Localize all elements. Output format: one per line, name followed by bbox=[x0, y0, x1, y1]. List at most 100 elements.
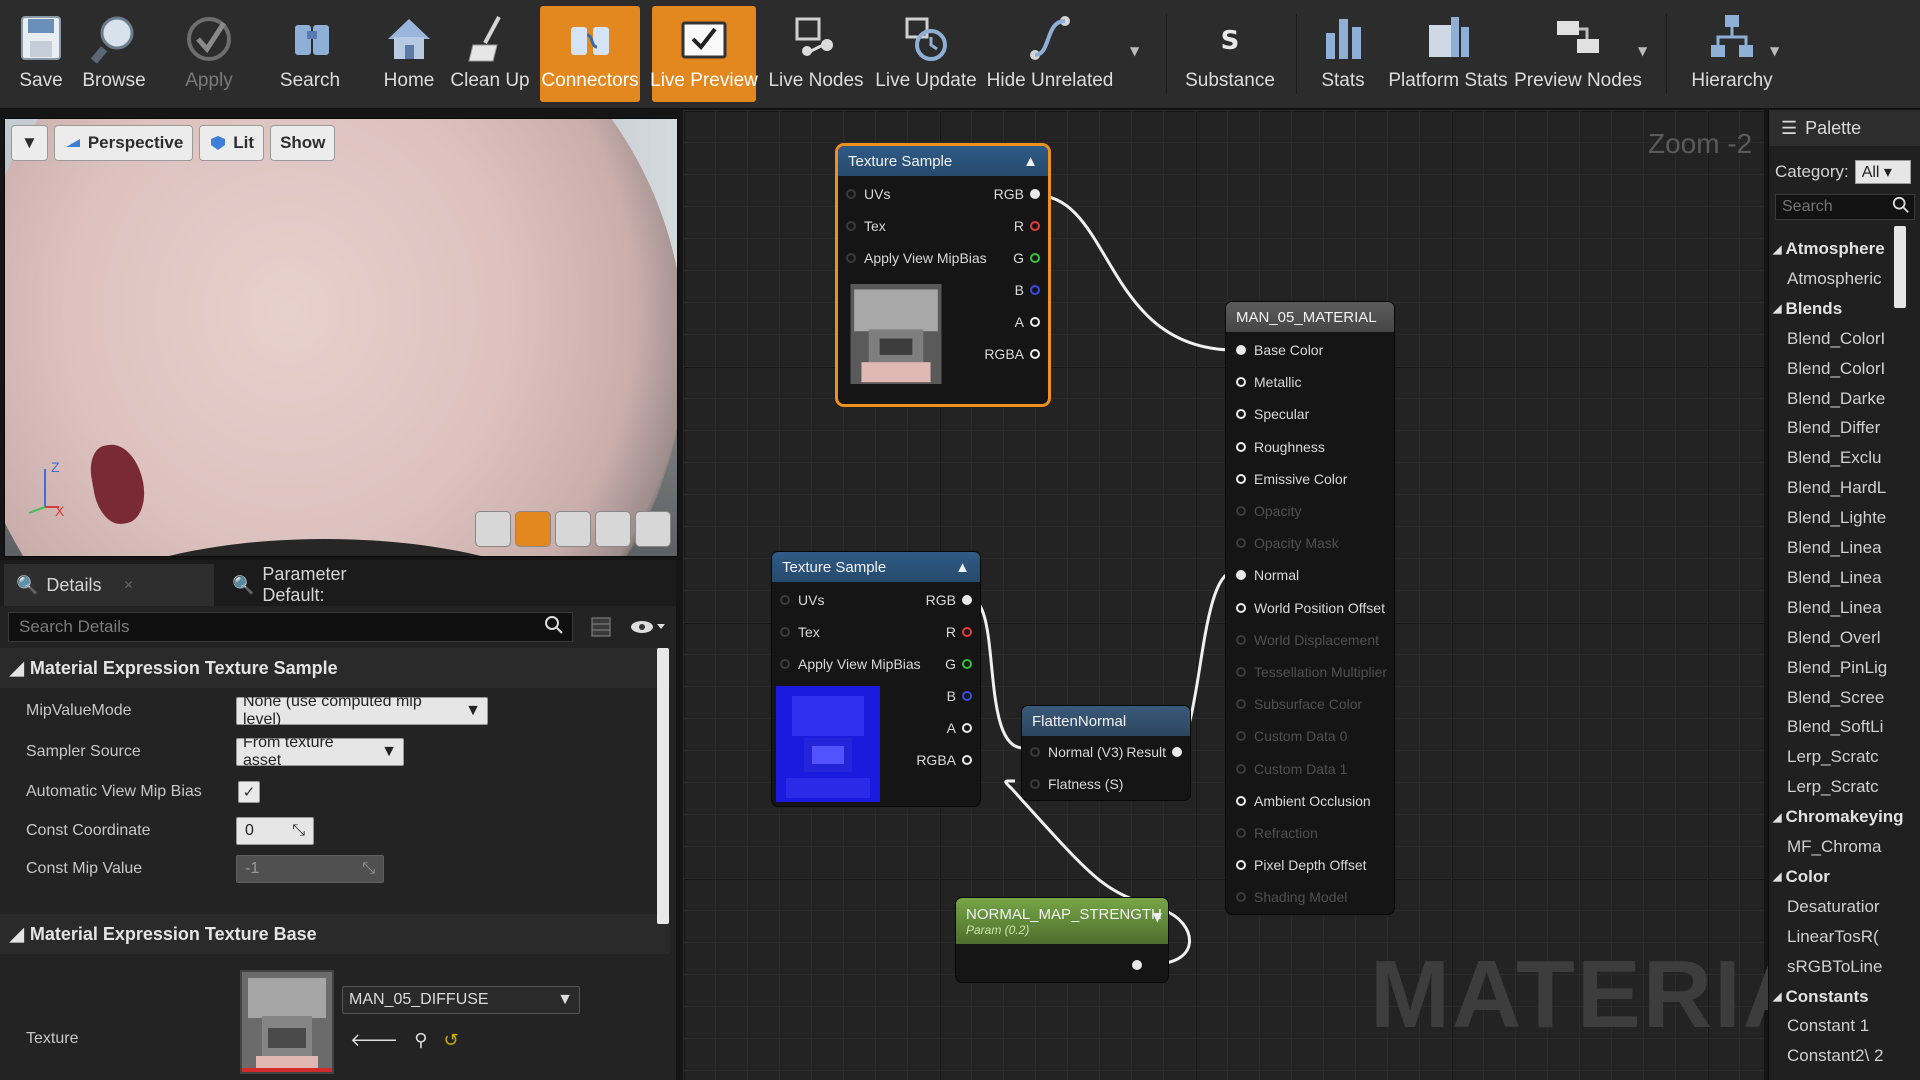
output-pin[interactable] bbox=[1132, 960, 1142, 970]
collapse-arrow-icon[interactable]: ▲ bbox=[1023, 153, 1038, 170]
home-button[interactable]: Home bbox=[376, 6, 442, 102]
section-texture-sample[interactable]: ◢ Material Expression Texture Sample bbox=[0, 648, 670, 688]
const-coordinate-input[interactable]: 0 ⤡ bbox=[236, 817, 314, 845]
material-input-pin[interactable]: Base Color bbox=[1236, 338, 1323, 362]
material-input-pin[interactable]: Normal bbox=[1236, 563, 1299, 587]
input-pin-flatness[interactable]: Flatness (S) bbox=[1030, 772, 1123, 796]
substance-button[interactable]: S Substance bbox=[1180, 6, 1280, 102]
material-input-pin[interactable]: Opacity Mask bbox=[1236, 531, 1339, 555]
connectors-button[interactable]: Connectors bbox=[540, 6, 640, 102]
automatic-view-mip-bias-checkbox[interactable]: ✓ bbox=[238, 781, 260, 803]
browse-button[interactable]: Browse bbox=[78, 6, 150, 102]
material-input-pin[interactable]: Subsurface Color bbox=[1236, 692, 1362, 716]
preview-viewport[interactable]: ▼ Perspective Lit Show Z X bbox=[4, 118, 678, 557]
output-pin-a[interactable]: A bbox=[1015, 310, 1040, 334]
material-input-pin[interactable]: Ambient Occlusion bbox=[1236, 789, 1371, 813]
palette-item[interactable]: MF_Chroma bbox=[1787, 832, 1881, 862]
reset-icon[interactable]: ↺ bbox=[443, 1030, 458, 1051]
material-input-pin[interactable]: Emissive Color bbox=[1236, 467, 1347, 491]
output-pin-result[interactable]: Result bbox=[1126, 740, 1182, 764]
tab-details[interactable]: 🔍 Details ✕ bbox=[4, 564, 214, 606]
input-pin-tex[interactable]: Tex bbox=[846, 214, 886, 238]
material-input-pin[interactable]: Opacity bbox=[1236, 499, 1301, 523]
live-preview-button[interactable]: Live Preview bbox=[650, 6, 758, 102]
show-button[interactable]: Show bbox=[270, 125, 336, 161]
material-input-pin[interactable]: Metallic bbox=[1236, 370, 1301, 394]
material-input-pin[interactable]: Shading Model bbox=[1236, 885, 1347, 909]
viewport-options-dropdown[interactable]: ▼ bbox=[11, 125, 48, 161]
cube-shape-button[interactable] bbox=[595, 511, 631, 547]
texture-sample-node[interactable]: Texture Sample ▲ UVs Tex Apply View MipB… bbox=[838, 146, 1048, 404]
input-pin-uvs[interactable]: UVs bbox=[780, 588, 824, 612]
palette-item[interactable]: Blend_Scree bbox=[1787, 683, 1884, 713]
material-input-pin[interactable]: Custom Data 1 bbox=[1236, 757, 1347, 781]
output-pin-rgba[interactable]: RGBA bbox=[916, 748, 972, 772]
palette-item[interactable]: Blend_Darke bbox=[1787, 384, 1885, 414]
palette-item[interactable]: Atmospheric bbox=[1787, 264, 1881, 294]
material-input-pin[interactable]: Custom Data 0 bbox=[1236, 724, 1347, 748]
palette-item[interactable]: Blend_SoftLi bbox=[1787, 712, 1883, 742]
output-pin-rgba[interactable]: RGBA bbox=[984, 342, 1040, 366]
live-nodes-button[interactable]: Live Nodes bbox=[768, 6, 864, 102]
collapse-arrow-icon[interactable]: ▼ bbox=[1153, 910, 1162, 924]
palette-group[interactable]: ◢ Blends bbox=[1773, 294, 1842, 324]
palette-item[interactable]: Blend_HardL bbox=[1787, 473, 1886, 503]
section-texture-base[interactable]: ◢ Material Expression Texture Base bbox=[0, 914, 670, 954]
hide-unrelated-dropdown-icon[interactable]: ▼ bbox=[1130, 44, 1144, 58]
output-pin-g[interactable]: G bbox=[945, 652, 972, 676]
material-result-node[interactable]: MAN_05_MATERIAL Base Color Metallic Specul… bbox=[1226, 302, 1394, 914]
palette-item[interactable]: Lerp_Scratc bbox=[1787, 772, 1879, 802]
preview-nodes-dropdown-icon[interactable]: ▼ bbox=[1638, 44, 1652, 58]
hierarchy-dropdown-icon[interactable]: ▼ bbox=[1770, 44, 1784, 58]
output-pin-r[interactable]: R bbox=[946, 620, 972, 644]
output-pin-b[interactable]: B bbox=[947, 684, 972, 708]
palette-item[interactable]: Blend_PinLig bbox=[1787, 653, 1887, 683]
palette-item[interactable]: Lerp_Scratc bbox=[1787, 742, 1879, 772]
live-update-button[interactable]: Live Update bbox=[874, 6, 978, 102]
palette-item[interactable]: Blend_Differ bbox=[1787, 413, 1880, 443]
palette-item[interactable]: Blend_ColorI bbox=[1787, 324, 1885, 354]
search-button[interactable]: Search bbox=[274, 6, 346, 102]
platform-stats-button[interactable]: Platform Stats bbox=[1388, 6, 1508, 102]
cylinder-shape-button[interactable] bbox=[475, 511, 511, 547]
input-pin-uvs[interactable]: UVs bbox=[846, 182, 890, 206]
material-input-pin[interactable]: Pixel Depth Offset bbox=[1236, 853, 1367, 877]
input-pin-apply-view-mipbias[interactable]: Apply View MipBias bbox=[780, 652, 921, 676]
output-pin-r[interactable]: R bbox=[1014, 214, 1040, 238]
palette-item[interactable]: Blend_Overl bbox=[1787, 623, 1881, 653]
texture-asset-dropdown[interactable]: MAN_05_DIFFUSE ▼ bbox=[342, 986, 580, 1014]
output-pin-rgb[interactable]: RGB bbox=[994, 182, 1040, 206]
material-input-pin[interactable]: Refraction bbox=[1236, 821, 1318, 845]
save-button[interactable]: Save bbox=[8, 6, 74, 102]
palette-item[interactable]: Blend_Linea bbox=[1787, 533, 1882, 563]
clean-up-button[interactable]: Clean Up bbox=[450, 6, 530, 102]
palette-item[interactable]: Blend_Linea bbox=[1787, 593, 1882, 623]
details-scrollbar[interactable] bbox=[657, 648, 669, 924]
preview-nodes-button[interactable]: Preview Nodes bbox=[1514, 6, 1642, 102]
palette-item[interactable]: Blend_Exclu bbox=[1787, 443, 1882, 473]
palette-group[interactable]: ◢ Color bbox=[1773, 862, 1830, 892]
hierarchy-button[interactable]: Hierarchy bbox=[1686, 6, 1778, 102]
material-input-pin[interactable]: Specular bbox=[1236, 402, 1309, 426]
input-pin-apply-view-mipbias[interactable]: Apply View MipBias bbox=[846, 246, 987, 270]
palette-item[interactable]: Blend_Lighte bbox=[1787, 503, 1886, 533]
palette-group[interactable]: ◢ Constants bbox=[1773, 982, 1869, 1012]
palette-scrollbar[interactable] bbox=[1894, 226, 1906, 308]
material-input-pin[interactable]: World Displacement bbox=[1236, 628, 1379, 652]
output-pin-a[interactable]: A bbox=[947, 716, 972, 740]
sphere-shape-button[interactable] bbox=[515, 511, 551, 547]
sampler-source-dropdown[interactable]: From texture asset ▼ bbox=[236, 734, 404, 769]
material-input-pin[interactable]: Tessellation Multiplier bbox=[1236, 660, 1387, 684]
texture-sample-normal-node[interactable]: Texture Sample ▲ UVs Tex Apply View MipB… bbox=[772, 552, 980, 806]
hide-unrelated-button[interactable]: Hide Unrelated bbox=[987, 6, 1113, 102]
palette-item[interactable]: Constant2\ 2 bbox=[1787, 1041, 1883, 1071]
palette-item[interactable]: sRGBToLine bbox=[1787, 952, 1882, 982]
palette-group[interactable]: ◢ Chromakeying bbox=[1773, 802, 1904, 832]
input-pin-normal[interactable]: Normal (V3) bbox=[1030, 740, 1123, 764]
plane-shape-button[interactable] bbox=[555, 511, 591, 547]
material-input-pin[interactable]: World Position Offset bbox=[1236, 596, 1385, 620]
const-mip-value-input[interactable]: -1 ⤡ bbox=[236, 855, 384, 883]
stats-button[interactable]: Stats bbox=[1308, 6, 1378, 102]
tab-parameter-defaults[interactable]: 🔍 Parameter Default: bbox=[220, 564, 420, 606]
visibility-filter-button[interactable] bbox=[626, 612, 670, 642]
